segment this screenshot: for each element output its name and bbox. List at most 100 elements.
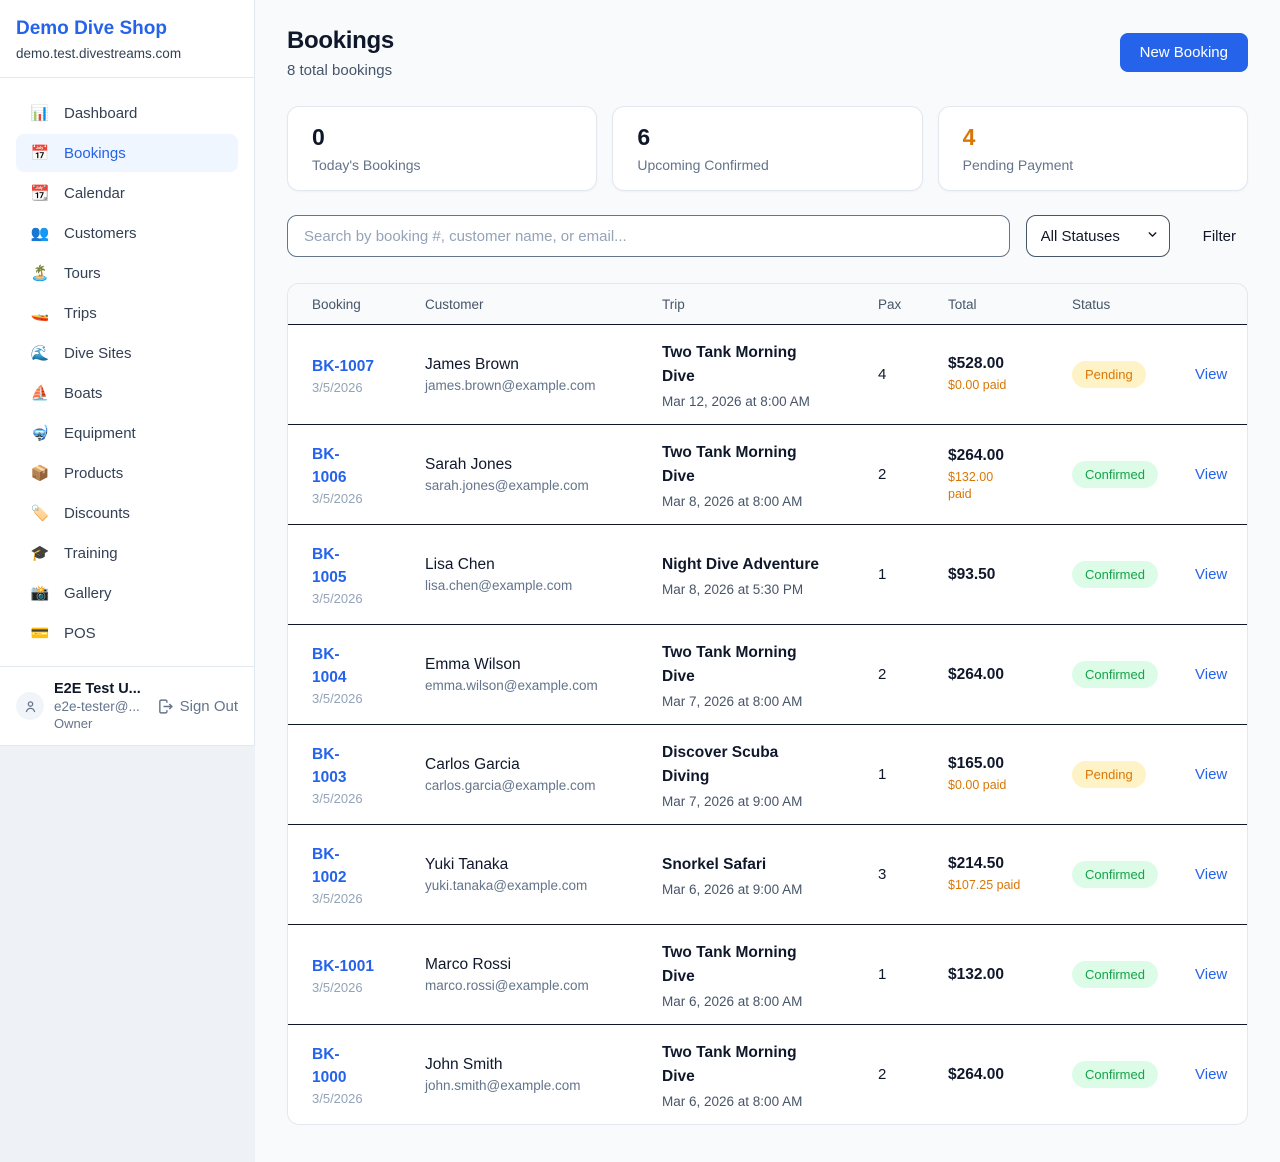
trip-datetime: Mar 6, 2026 at 9:00 AM: [662, 882, 866, 897]
trip-cell: Discover Scuba Diving Mar 7, 2026 at 9:00…: [662, 741, 878, 809]
trip-cell: Two Tank Morning DiveMar 7, 2026 at 8:00…: [662, 641, 878, 709]
booking-cell: BK-10013/5/2026: [288, 955, 425, 995]
sidebar-item-calendar[interactable]: 📆Calendar: [16, 174, 238, 212]
user-footer: E2E Test U... e2e-tester@... Owner Sign …: [0, 666, 254, 745]
new-booking-button[interactable]: New Booking: [1120, 33, 1248, 72]
booking-date: 3/5/2026: [312, 691, 413, 706]
trip-datetime: Mar 7, 2026 at 8:00 AM: [662, 694, 866, 709]
sidebar-item-discounts[interactable]: 🏷️Discounts: [16, 494, 238, 532]
package-icon: 📦: [30, 464, 50, 482]
page-header: Bookings 8 total bookings New Booking: [287, 27, 1248, 79]
view-link[interactable]: View: [1195, 866, 1227, 883]
booking-id-link[interactable]: BK- 1005: [312, 543, 346, 589]
status-badge: Confirmed: [1072, 861, 1158, 888]
credit-card-icon: 💳: [30, 624, 50, 642]
status-cell: Confirmed: [1072, 661, 1195, 688]
actions-cell: View: [1195, 666, 1247, 684]
person-icon: [23, 699, 38, 714]
column-header-trip: Trip: [662, 297, 878, 312]
booking-id-link[interactable]: BK-1007: [312, 355, 374, 378]
status-cell: Pending: [1072, 761, 1195, 788]
view-link[interactable]: View: [1195, 566, 1227, 583]
status-select[interactable]: All Statuses: [1026, 215, 1170, 257]
graduation-cap-icon: 🎓: [30, 544, 50, 562]
search-input[interactable]: [287, 215, 1010, 257]
stat-card-pending-payment: 4 Pending Payment: [938, 106, 1248, 191]
booking-id-link[interactable]: BK-1001: [312, 955, 374, 978]
customer-email: yuki.tanaka@example.com: [425, 878, 650, 893]
sidebar-item-equipment[interactable]: 🤿Equipment: [16, 414, 238, 452]
view-link[interactable]: View: [1195, 1066, 1227, 1083]
view-link[interactable]: View: [1195, 666, 1227, 683]
sign-out-button[interactable]: Sign Out: [157, 698, 238, 715]
customer-email: lisa.chen@example.com: [425, 578, 650, 593]
shop-name: Demo Dive Shop: [16, 18, 238, 40]
actions-cell: View: [1195, 866, 1247, 884]
booking-id-link[interactable]: BK- 1003: [312, 743, 346, 789]
shop-domain: demo.test.divestreams.com: [16, 46, 238, 61]
total-amount: $93.50: [948, 566, 1060, 584]
booking-id-link[interactable]: BK- 1004: [312, 643, 346, 689]
page-header-text: Bookings 8 total bookings: [287, 27, 394, 79]
pax-cell: 2: [878, 666, 948, 683]
booking-cell: BK-10073/5/2026: [288, 355, 425, 395]
sidebar-item-tours[interactable]: 🏝️Tours: [16, 254, 238, 292]
trip-name: Discover Scuba Diving: [662, 741, 866, 789]
column-header-customer: Customer: [425, 297, 662, 312]
sidebar-column: Demo Dive Shop demo.test.divestreams.com…: [0, 0, 255, 1162]
customer-name: Emma Wilson: [425, 656, 650, 674]
pax-cell: 4: [878, 366, 948, 383]
total-cell: $528.00$0.00 paid: [948, 355, 1072, 394]
sidebar-item-label: Trips: [64, 305, 97, 322]
view-link[interactable]: View: [1195, 966, 1227, 983]
status-badge: Pending: [1072, 361, 1146, 388]
column-header-total: Total: [948, 297, 1072, 312]
customer-name: James Brown: [425, 356, 650, 374]
customer-cell: Emma Wilsonemma.wilson@example.com: [425, 656, 662, 693]
booking-id-link[interactable]: BK- 1000: [312, 1043, 346, 1089]
tag-icon: 🏷️: [30, 504, 50, 522]
sidebar-item-label: Training: [64, 545, 118, 562]
sidebar-item-trips[interactable]: 🚤Trips: [16, 294, 238, 332]
sidebar-item-pos[interactable]: 💳POS: [16, 614, 238, 652]
sign-out-icon: [157, 698, 174, 715]
pax-cell: 2: [878, 466, 948, 483]
stat-label: Upcoming Confirmed: [637, 157, 897, 173]
booking-cell: BK- 1004 3/5/2026: [288, 643, 425, 706]
sidebar-item-customers[interactable]: 👥Customers: [16, 214, 238, 252]
trip-datetime: Mar 8, 2026 at 5:30 PM: [662, 582, 866, 597]
sidebar-item-boats[interactable]: ⛵Boats: [16, 374, 238, 412]
booking-cell: BK- 10063/5/2026: [288, 443, 425, 506]
sidebar-item-bookings[interactable]: 📅Bookings: [16, 134, 238, 172]
view-link[interactable]: View: [1195, 766, 1227, 783]
sidebar-item-products[interactable]: 📦Products: [16, 454, 238, 492]
paid-amount: $0.00 paid: [948, 377, 1060, 394]
sidebar-item-dive-sites[interactable]: 🌊Dive Sites: [16, 334, 238, 372]
booking-id-link[interactable]: BK- 1006: [312, 443, 346, 489]
table-row: BK- 10033/5/2026 Carlos Garciacarlos.gar…: [288, 724, 1247, 824]
status-badge: Confirmed: [1072, 961, 1158, 988]
filter-button[interactable]: Filter: [1203, 228, 1236, 245]
page-title: Bookings: [287, 27, 394, 55]
booking-cell: BK- 10053/5/2026: [288, 543, 425, 606]
total-amount: $264.00: [948, 666, 1060, 684]
customer-name: Marco Rossi: [425, 956, 650, 974]
column-header-pax: Pax: [878, 297, 948, 312]
total-amount: $132.00: [948, 966, 1060, 984]
sidebar-item-dashboard[interactable]: 📊Dashboard: [16, 94, 238, 132]
total-amount: $165.00: [948, 755, 1060, 773]
booking-id-link[interactable]: BK- 1002: [312, 843, 346, 889]
wave-icon: 🌊: [30, 344, 50, 362]
total-amount: $214.50: [948, 855, 1060, 873]
customer-name: John Smith: [425, 1056, 650, 1074]
trip-datetime: Mar 7, 2026 at 9:00 AM: [662, 794, 866, 809]
booking-date: 3/5/2026: [312, 1091, 413, 1106]
total-cell: $132.00: [948, 966, 1072, 984]
table-row: BK- 10003/5/2026 John Smithjohn.smith@ex…: [288, 1024, 1247, 1124]
view-link[interactable]: View: [1195, 366, 1227, 383]
customer-email: james.brown@example.com: [425, 378, 650, 393]
view-link[interactable]: View: [1195, 466, 1227, 483]
filter-bar: All Statuses Filter: [287, 215, 1248, 257]
sidebar-item-gallery[interactable]: 📸Gallery: [16, 574, 238, 612]
sidebar-item-training[interactable]: 🎓 Training: [16, 534, 238, 572]
